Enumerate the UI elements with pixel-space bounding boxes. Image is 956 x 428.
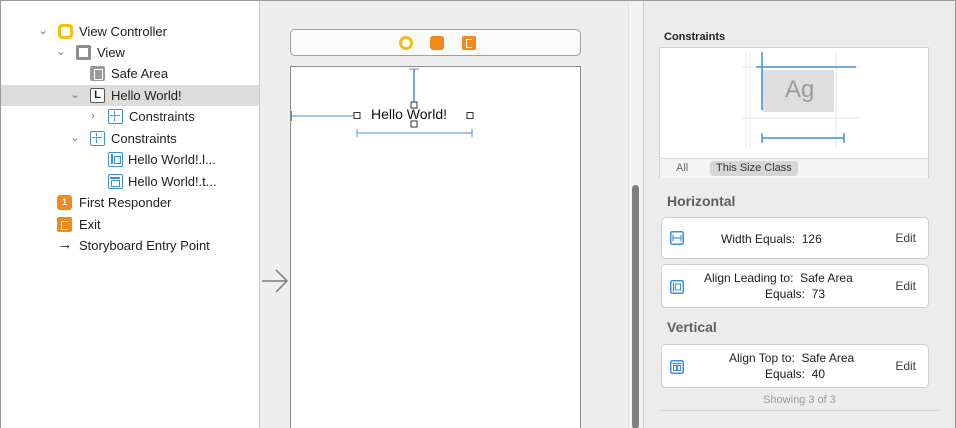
- first-responder-icon: [57, 195, 72, 210]
- outline-label: Hello World!.t...: [128, 174, 217, 189]
- outline-item-exit[interactable]: Exit: [1, 214, 259, 235]
- outline-item-safe-area[interactable]: Safe Area: [1, 63, 259, 84]
- outline-item-hello-world[interactable]: ⌄ L Hello World!: [1, 85, 259, 106]
- outline-item-view[interactable]: ⌄ View: [1, 42, 259, 63]
- edit-width-button[interactable]: Edit: [895, 231, 916, 245]
- exit-icon: [57, 217, 72, 232]
- constraint-value: Safe Area: [801, 351, 855, 365]
- constraint-key: Equals:: [764, 287, 805, 301]
- width-constraint-card[interactable]: Width Equals: 126 Edit: [661, 217, 929, 259]
- arrow-right-icon: →: [57, 236, 73, 253]
- constraint-value: 126: [801, 232, 822, 246]
- outline-item-view-constraints[interactable]: ⌄ Constraints: [1, 128, 259, 149]
- view-controller-icon[interactable]: [399, 36, 413, 50]
- segment-all[interactable]: All: [670, 161, 694, 176]
- outline-label: Constraints: [111, 131, 177, 146]
- size-class-segment: All This Size Class: [660, 158, 928, 178]
- preview-sample-text: Ag: [785, 76, 815, 103]
- chevron-right-icon[interactable]: ›: [87, 106, 99, 127]
- edit-leading-button[interactable]: Edit: [895, 279, 916, 293]
- chevron-down-icon[interactable]: ⌄: [69, 85, 81, 106]
- constraints-icon: [90, 131, 105, 146]
- outline-label: View Controller: [79, 24, 167, 39]
- divider: [659, 410, 939, 411]
- exit-icon[interactable]: [462, 36, 476, 50]
- outline-label: Hello World!.l...: [128, 152, 216, 167]
- constraints-heading: Constraints: [664, 31, 726, 43]
- outline-label: View: [97, 45, 125, 60]
- outline-item-top-constraint[interactable]: Hello World!.t...: [1, 171, 259, 192]
- canvas-scrollbar-thumb[interactable]: [632, 185, 639, 428]
- top-constraint-card[interactable]: Align Top to: Safe Area Equals: 40 Edit: [661, 344, 929, 388]
- leading-constraint-card[interactable]: Align Leading to: Safe Area Equals: 73 E…: [661, 264, 929, 308]
- constraints-preview: Ag All This Size Class: [659, 47, 929, 178]
- outline-label: Constraints: [129, 109, 195, 124]
- outline-label: Hello World!: [111, 88, 182, 103]
- label-icon: L: [90, 88, 105, 103]
- outline-item-storyboard-entry-point[interactable]: → Storyboard Entry Point: [1, 235, 259, 256]
- segment-this-size-class[interactable]: This Size Class: [710, 161, 798, 176]
- constraint-key: Width Equals:: [721, 232, 796, 246]
- width-constraint-icon: [670, 231, 684, 245]
- chevron-down-icon[interactable]: ⌄: [55, 42, 67, 63]
- storyboard-canvas[interactable]: Hello World!: [260, 1, 643, 428]
- constraints-count: Showing 3 of 3: [763, 394, 836, 406]
- top-constraint-icon: [670, 360, 684, 374]
- leading-constraint-text: Align Leading to: Safe Area Equals: 73: [704, 270, 853, 302]
- hello-world-label[interactable]: Hello World!: [371, 106, 447, 123]
- horizontal-section-title: Horizontal: [667, 193, 736, 209]
- first-responder-icon[interactable]: [430, 36, 444, 50]
- top-constraint-icon: [108, 174, 123, 189]
- edit-top-button[interactable]: Edit: [895, 359, 916, 373]
- document-outline: ⌄ View Controller ⌄ View Safe Area ⌄ L H…: [1, 1, 259, 428]
- safe-area-icon: [90, 66, 105, 81]
- view-icon: [76, 45, 91, 60]
- outline-item-label-constraints[interactable]: › Constraints: [1, 106, 259, 127]
- leading-constraint-icon: [108, 152, 123, 167]
- width-constraint-text: Width Equals: 126: [721, 231, 822, 247]
- outline-item-first-responder[interactable]: First Responder: [1, 192, 259, 213]
- outline-item-leading-constraint[interactable]: Hello World!.l...: [1, 149, 259, 170]
- arrow-right-icon[interactable]: [260, 266, 290, 296]
- constraint-value: 73: [811, 287, 826, 301]
- outline-label: Safe Area: [111, 66, 169, 81]
- outline-label: First Responder: [79, 195, 172, 210]
- leading-constraint-icon: [670, 280, 684, 294]
- constraint-key: Align Top to:: [729, 351, 795, 365]
- size-inspector: Constraints Ag All This Size Class Horiz…: [644, 1, 955, 428]
- scene-dock: [290, 29, 581, 56]
- view-controller-icon: [58, 24, 73, 39]
- constraint-key: Align Leading to:: [704, 271, 794, 285]
- constraint-value: 40: [811, 367, 826, 381]
- chevron-down-icon[interactable]: ⌄: [37, 21, 49, 42]
- top-constraint-text: Align Top to: Safe Area Equals: 40: [729, 350, 854, 382]
- view-controller-scene[interactable]: Hello World!: [290, 66, 581, 428]
- constraints-icon: [108, 109, 123, 124]
- outline-item-view-controller[interactable]: ⌄ View Controller: [1, 21, 259, 42]
- chevron-down-icon[interactable]: ⌄: [69, 128, 81, 149]
- vertical-section-title: Vertical: [667, 319, 717, 335]
- outline-label: Storyboard Entry Point: [79, 238, 210, 253]
- outline-label: Exit: [79, 217, 101, 232]
- constraint-value: Safe Area: [800, 271, 853, 285]
- constraint-key: Equals:: [764, 367, 805, 381]
